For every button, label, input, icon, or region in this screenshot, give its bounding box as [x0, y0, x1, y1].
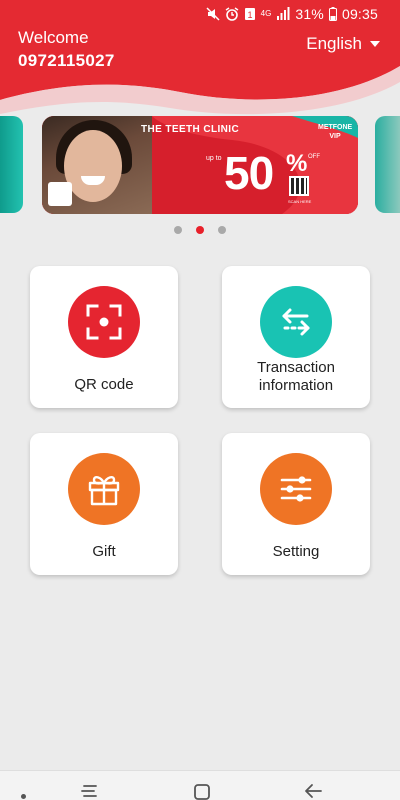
- banner-discount: 50: [224, 147, 274, 199]
- carousel-indicator: [0, 226, 400, 234]
- recent-apps-icon[interactable]: [80, 783, 100, 800]
- carousel-dot[interactable]: [174, 226, 182, 234]
- promo-banner[interactable]: THE TEETH CLINIC METFONE VIP up to 50 % …: [42, 116, 358, 214]
- system-navigation-bar: [0, 770, 400, 800]
- clock: 09:35: [341, 6, 378, 22]
- banner-qr-code: [289, 176, 309, 196]
- transaction-label-line2: information: [258, 377, 334, 394]
- carousel-dot[interactable]: [218, 226, 226, 234]
- mute-icon: [206, 7, 220, 21]
- qr-code-card[interactable]: QR code: [30, 266, 178, 408]
- gift-label: Gift: [92, 543, 116, 560]
- banner-percent: %: [286, 150, 308, 177]
- next-slide-preview[interactable]: [375, 116, 400, 213]
- back-icon[interactable]: [303, 783, 323, 800]
- transfer-arrows-icon: [260, 286, 332, 358]
- banner-tag: METFONE VIP: [318, 124, 353, 140]
- clinic-logo: [48, 182, 72, 206]
- gift-card[interactable]: Gift: [30, 433, 178, 575]
- qr-code-label: QR code: [74, 376, 134, 393]
- qr-scan-icon: [68, 286, 140, 358]
- banner-suffix: OFF: [308, 154, 320, 160]
- header: 1 4G 31% 09:35 Welcome 0972115027 Englis…: [0, 0, 400, 120]
- caret-down-icon: [370, 41, 380, 47]
- network-4g-icon: 4G: [261, 10, 272, 18]
- banner-prefix: up to: [206, 155, 222, 162]
- nav-indicator-dot: [21, 794, 26, 799]
- status-bar: 1 4G 31% 09:35: [206, 4, 378, 24]
- promo-photo: [42, 116, 152, 214]
- banner-qr-caption: SCAN HERE: [288, 199, 312, 204]
- carousel-dot-active[interactable]: [196, 226, 204, 234]
- alarm-icon: [225, 7, 239, 21]
- transaction-information-card[interactable]: Transaction information: [222, 266, 370, 408]
- sim-badge: 1: [247, 10, 252, 20]
- network-type-label: 4G: [260, 9, 272, 18]
- language-selector[interactable]: English: [306, 34, 380, 54]
- sliders-icon: [260, 453, 332, 525]
- home-icon[interactable]: [193, 783, 211, 800]
- battery-icon: [328, 7, 337, 21]
- banner-clinic-name: THE TEETH CLINIC: [141, 124, 240, 135]
- setting-card[interactable]: Setting: [222, 433, 370, 575]
- gift-icon: [68, 453, 140, 525]
- promo-carousel[interactable]: THE TEETH CLINIC METFONE VIP up to 50 % …: [0, 114, 400, 216]
- transaction-label-line1: Transaction: [257, 359, 335, 376]
- language-label: English: [306, 34, 362, 53]
- setting-label: Setting: [272, 543, 320, 560]
- phone-number: 0972115027: [18, 51, 115, 70]
- welcome-label: Welcome: [18, 28, 89, 47]
- battery-percent: 31%: [295, 6, 324, 22]
- signal-icon: [276, 7, 290, 21]
- previous-slide-preview[interactable]: [0, 116, 23, 213]
- sim-icon: 1: [244, 7, 256, 21]
